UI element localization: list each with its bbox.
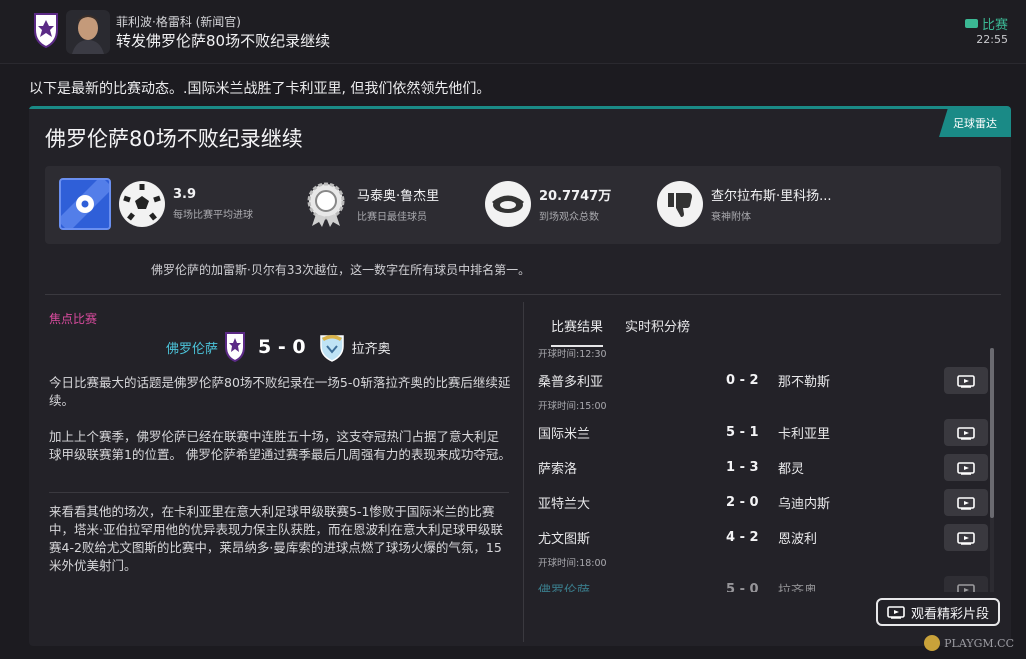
highlights-button[interactable] <box>944 576 988 592</box>
watch-highlights-button[interactable]: 观看精彩片段 <box>876 598 1000 626</box>
fiorentina-crest-icon <box>34 13 58 48</box>
kickoff-time: 开球时间:12:30 <box>538 349 607 360</box>
stat-value: 3.9 <box>173 187 197 202</box>
match-home-team: 萨索洛 <box>538 462 578 477</box>
stats-panel: 3.9 每场比赛平均进球 马泰奥·鲁杰里 比赛日最佳球员 20.7747万 到场… <box>45 166 1001 244</box>
tv-icon <box>957 461 975 475</box>
sender-name: 菲利波·格雷科 (新闻官) <box>116 15 241 29</box>
match-away-team: 都灵 <box>778 462 805 477</box>
stat-label: 到场观众总数 <box>539 212 599 223</box>
tv-icon <box>887 606 905 619</box>
focus-match-label: 焦点比赛 <box>49 312 98 326</box>
section-divider <box>45 294 1001 295</box>
match-score: 1 - 3 <box>726 460 759 475</box>
home-team-name[interactable]: 佛罗伦萨 <box>166 338 218 357</box>
results-list[interactable]: 开球时间:12:30 桑普多利亚 0 - 2 那不勒斯 开球时间:15:00 国… <box>538 346 988 592</box>
focus-scoreline[interactable]: 佛罗伦萨 5 - 0 拉齐奥 <box>166 332 391 362</box>
focus-paragraph: 今日比赛最大的话题是佛罗伦萨80场不败纪录在一场5-0斩落拉齐奥的比赛后继续延续… <box>49 375 511 408</box>
highlights-button[interactable] <box>944 454 988 481</box>
source-tag: 足球雷达 <box>939 109 1011 137</box>
match-home-team: 桑普多利亚 <box>538 375 604 390</box>
match-score: 5 - 0 <box>726 582 759 592</box>
match-score: 2 - 0 <box>726 495 759 510</box>
watch-highlights-label: 观看精彩片段 <box>910 606 989 622</box>
stat-note: 佛罗伦萨的加雷斯·贝尔有33次越位，这一数字在所有球员中排名第一。 <box>151 263 531 277</box>
sender-avatar <box>66 10 110 54</box>
focus-paragraph: 来看看其他的场次，在卡利亚里在意大利足球甲级联赛5-1惨败于国际米兰的比赛中，塔… <box>49 504 503 573</box>
stat-avg-goals: 3.9 每场比赛平均进球 <box>119 178 253 230</box>
lazio-crest-icon <box>319 335 344 362</box>
match-home-team: 尤文图斯 <box>538 532 591 547</box>
paragraph-divider <box>49 492 509 493</box>
results-tabs: 比赛结果 实时积分榜 <box>539 312 690 347</box>
stat-label: 衰神附体 <box>711 212 751 223</box>
match-away-team: 恩波利 <box>778 532 818 547</box>
match-score: 4 - 2 <box>726 530 759 545</box>
stat-attendance: 20.7747万 到场观众总数 <box>485 178 611 230</box>
message-time: 22:55 <box>976 33 1008 46</box>
category-tag-label: 比赛 <box>981 18 1008 33</box>
kickoff-time: 开球时间:18:00 <box>538 558 607 569</box>
match-row[interactable]: 尤文图斯 4 - 2 恩波利 <box>538 520 988 555</box>
match-score: 0 - 2 <box>726 373 759 388</box>
match-home-team: 国际米兰 <box>538 427 591 442</box>
match-row[interactable]: 佛罗伦萨 5 - 0 拉齐奥 <box>538 572 988 592</box>
medal-icon <box>303 181 349 227</box>
watermark-text: PLAYGM.CC <box>944 636 1014 650</box>
tab-results[interactable]: 比赛结果 <box>551 312 604 347</box>
match-away-team: 乌迪内斯 <box>778 497 831 512</box>
tag-icon <box>964 19 978 28</box>
match-row[interactable]: 桑普多利亚 0 - 2 那不勒斯 <box>538 363 988 398</box>
highlights-button[interactable] <box>944 367 988 394</box>
scrollbar-thumb[interactable] <box>990 348 994 518</box>
match-away-team: 拉齐奥 <box>778 584 818 592</box>
message-subject: 转发佛罗伦萨80场不败纪录继续 <box>116 32 331 50</box>
away-team-name[interactable]: 拉齐奥 <box>352 338 391 357</box>
highlights-button[interactable] <box>944 524 988 551</box>
stat-jinx: 查尔拉布斯·里科扬... 衰神附体 <box>657 178 832 230</box>
column-separator <box>523 302 524 642</box>
competition-badge-icon <box>59 178 111 230</box>
watermark: PLAYGM.CC <box>924 635 1014 651</box>
match-away-team: 那不勒斯 <box>778 375 831 390</box>
stat-label: 比赛日最佳球员 <box>357 212 427 223</box>
message-header: 菲利波·格雷科 (新闻官) 转发佛罗伦萨80场不败纪录继续 比赛 22:55 <box>0 0 1026 64</box>
match-away-team: 卡利亚里 <box>778 427 831 442</box>
stat-value: 马泰奥·鲁杰里 <box>357 189 440 204</box>
stat-value: 20.7747万 <box>539 189 612 204</box>
tab-live-table[interactable]: 实时积分榜 <box>625 312 690 347</box>
stat-player-of-day: 马泰奥·鲁杰里 比赛日最佳球员 <box>303 178 439 230</box>
stat-label: 每场比赛平均进球 <box>173 210 253 221</box>
match-home-team: 亚特兰大 <box>538 497 591 512</box>
stadium-icon <box>485 181 531 227</box>
highlights-button[interactable] <box>944 419 988 446</box>
tv-icon <box>957 374 975 388</box>
tv-icon <box>957 496 975 510</box>
match-row[interactable]: 萨索洛 1 - 3 都灵 <box>538 450 988 485</box>
tv-icon <box>957 426 975 440</box>
match-row[interactable]: 亚特兰大 2 - 0 乌迪内斯 <box>538 485 988 520</box>
focus-score: 5 - 0 <box>258 336 306 358</box>
intro-text: 以下是最新的比赛动态。.国际米兰战胜了卡利亚里, 但我们依然领先他们。 <box>29 81 491 97</box>
category-tag[interactable]: 比赛 <box>964 14 1008 33</box>
thumbs-down-icon <box>657 181 703 227</box>
kickoff-time: 开球时间:15:00 <box>538 401 607 412</box>
fiorentina-crest-icon <box>225 332 246 362</box>
match-row[interactable]: 国际米兰 5 - 1 卡利亚里 <box>538 415 988 450</box>
tv-icon <box>957 531 975 545</box>
card-title: 佛罗伦萨80场不败纪录继续 <box>45 127 303 151</box>
watermark-logo-icon <box>924 635 941 651</box>
match-score: 5 - 1 <box>726 425 759 440</box>
news-card: 足球雷达 佛罗伦萨80场不败纪录继续 3.9 每场比赛平均进球 马泰奥·鲁杰里 … <box>29 106 1011 646</box>
highlights-button[interactable] <box>944 489 988 516</box>
card-accent-line <box>29 106 1011 109</box>
match-home-team: 佛罗伦萨 <box>538 584 591 592</box>
results-scrollbar[interactable] <box>990 348 994 592</box>
tv-icon <box>957 583 975 592</box>
focus-paragraph: 加上上个赛季，佛罗伦萨已经在联赛中连胜五十场，这支夺冠热门占据了意大利足球甲级联… <box>49 429 511 462</box>
stat-value: 查尔拉布斯·里科扬... <box>711 189 832 204</box>
football-icon <box>119 181 165 227</box>
